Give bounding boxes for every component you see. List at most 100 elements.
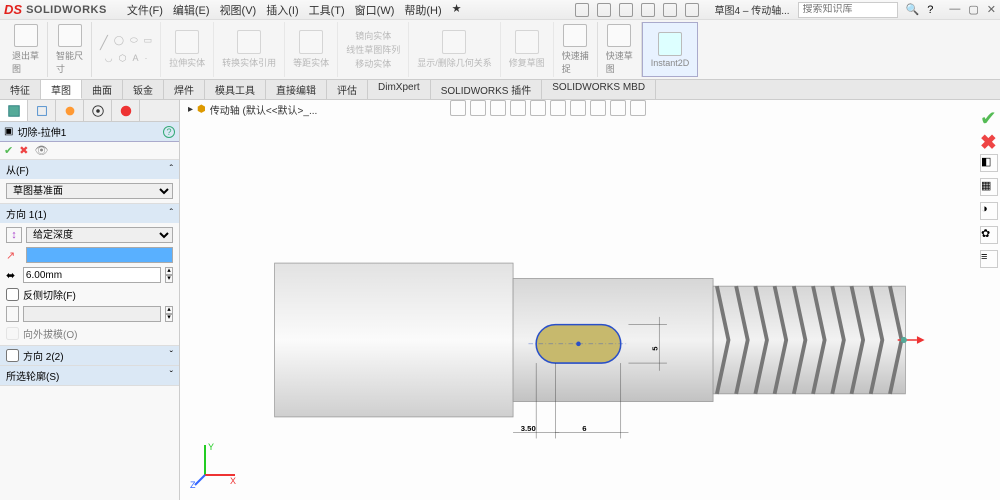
- close-button[interactable]: ✕: [987, 3, 996, 16]
- rb-mirror-array: 镜向实体线性草图阵列移动实体: [338, 22, 409, 77]
- breadcrumb-text[interactable]: 传动轴 (默认<<默认>_...: [210, 102, 318, 117]
- menu-file[interactable]: 文件(F): [127, 2, 163, 18]
- menu-view[interactable]: 视图(V): [220, 2, 257, 18]
- menu-window[interactable]: 窗口(W): [355, 2, 395, 18]
- save-icon[interactable]: [619, 3, 633, 17]
- depth-icon: ⬌: [6, 269, 19, 282]
- depth-down[interactable]: ▾: [165, 275, 173, 283]
- pm-ok-button[interactable]: ✔: [4, 144, 13, 157]
- pm-outdraft-check[interactable]: 向外拔模(O): [6, 326, 173, 341]
- open-icon[interactable]: [597, 3, 611, 17]
- options-icon[interactable]: [685, 3, 699, 17]
- hide-show-icon[interactable]: [570, 100, 586, 116]
- tab-features[interactable]: 特征: [0, 80, 41, 99]
- pm-dir1-select[interactable]: 给定深度: [26, 227, 173, 243]
- depth-up[interactable]: ▴: [165, 267, 173, 275]
- tab-addins[interactable]: SOLIDWORKS 插件: [431, 80, 543, 99]
- pm-profile-header[interactable]: 所选轮廓(S)ˇ: [0, 366, 179, 385]
- feature-breadcrumb[interactable]: ▸ ⬢ 传动轴 (默认<<默认>_...: [188, 102, 317, 117]
- pm-tab-feature[interactable]: [0, 100, 28, 121]
- tab-mold[interactable]: 模具工具: [205, 80, 266, 99]
- pm-flip-check[interactable]: 反侧切除(F): [6, 287, 173, 302]
- pm-tab-config[interactable]: [28, 100, 56, 121]
- dir-arrow-icon[interactable]: ↗: [6, 249, 22, 262]
- pm-help-icon[interactable]: ?: [163, 126, 175, 138]
- view-triad[interactable]: Y X Z: [190, 440, 240, 490]
- rebuild-icon[interactable]: [663, 3, 677, 17]
- rb-quick-sketch[interactable]: 快速草图: [598, 22, 642, 77]
- menu-tools[interactable]: 工具(T): [309, 2, 345, 18]
- pm-dir2-header[interactable]: 方向 2(2)ˇ: [0, 346, 179, 365]
- pm-dir1-header[interactable]: 方向 1(1)ˆ: [0, 204, 179, 223]
- tab-sheetmetal[interactable]: 钣金: [123, 80, 164, 99]
- tab-direct-edit[interactable]: 直接编辑: [266, 80, 327, 99]
- part-icon: ⬢: [197, 104, 206, 115]
- pm-draft-input[interactable]: [23, 306, 161, 322]
- tab-mbd[interactable]: SOLIDWORKS MBD: [542, 80, 656, 99]
- menu-edit[interactable]: 编辑(E): [173, 2, 210, 18]
- pm-preview-button[interactable]: 👁: [34, 144, 48, 157]
- reverse-dir-icon[interactable]: ↕: [6, 227, 22, 243]
- section-view-icon[interactable]: [510, 100, 526, 116]
- maximize-button[interactable]: ▢: [968, 3, 978, 16]
- confirm-feature-button[interactable]: ✔: [980, 106, 998, 124]
- view-orient-icon[interactable]: [530, 100, 546, 116]
- draft-icon[interactable]: [6, 306, 19, 322]
- pm-tab-target[interactable]: [84, 100, 112, 121]
- view-settings-icon[interactable]: [630, 100, 646, 116]
- svg-text:Z: Z: [190, 480, 196, 490]
- pm-title-text: 切除-拉伸1: [17, 124, 66, 139]
- appearance-icon[interactable]: [590, 100, 606, 116]
- search-icon[interactable]: 🔍: [906, 3, 920, 16]
- dim-6[interactable]: 6: [582, 424, 586, 433]
- pm-depth-input[interactable]: [23, 267, 161, 283]
- tab-weldments[interactable]: 焊件: [164, 80, 205, 99]
- draft-up[interactable]: ▴: [165, 306, 173, 314]
- breadcrumb-expand-icon[interactable]: ▸: [188, 104, 193, 115]
- graphics-viewport[interactable]: ▸ ⬢ 传动轴 (默认<<默认>_... ✔ ✖ ◧ ▦ ◑ ✿ ≡: [180, 100, 1000, 500]
- new-icon[interactable]: [575, 3, 589, 17]
- zoom-fit-icon[interactable]: [450, 100, 466, 116]
- rb-exit-sketch[interactable]: 退出草图: [4, 22, 48, 77]
- search-box[interactable]: [798, 2, 898, 18]
- search-input[interactable]: [803, 4, 893, 15]
- pm-dir1-axis-input[interactable]: [26, 247, 173, 263]
- pm-cancel-button[interactable]: ✖: [19, 144, 28, 157]
- thread-section: [713, 286, 905, 394]
- print-icon[interactable]: [641, 3, 655, 17]
- rb-smart-dim[interactable]: 智能尺寸: [48, 22, 92, 77]
- vs-iso-icon[interactable]: ◧: [980, 154, 998, 172]
- display-style-icon[interactable]: [550, 100, 566, 116]
- pm-dir2-check[interactable]: [6, 349, 19, 362]
- menu-pin-icon[interactable]: ★: [452, 2, 462, 18]
- cancel-feature-button[interactable]: ✖: [980, 130, 998, 148]
- tab-dimxpert[interactable]: DimXpert: [368, 80, 431, 99]
- minimize-button[interactable]: —: [949, 3, 960, 16]
- pm-title-bar: ▣ 切除-拉伸1 ?: [0, 122, 179, 142]
- rb-quick-snap[interactable]: 快速捕捉: [554, 22, 598, 77]
- document-title: 草图4 – 传动轴...: [715, 2, 790, 17]
- menu-help[interactable]: 帮助(H): [404, 2, 441, 18]
- cut-extrude-icon: ▣: [4, 126, 13, 137]
- tab-evaluate[interactable]: 评估: [327, 80, 368, 99]
- rb-instant2d[interactable]: Instant2D: [642, 22, 699, 77]
- pm-from-select[interactable]: 草图基准面: [6, 183, 173, 199]
- dim-3-50[interactable]: 3.50: [521, 424, 536, 433]
- vs-cube-icon[interactable]: ▦: [980, 178, 998, 196]
- scene-icon[interactable]: [610, 100, 626, 116]
- pm-tab-appearance[interactable]: [112, 100, 140, 121]
- pm-from-header[interactable]: 从(F)ˆ: [0, 160, 179, 179]
- dim-5[interactable]: 5: [651, 346, 660, 351]
- tab-sketch[interactable]: 草图: [41, 80, 82, 99]
- zoom-area-icon[interactable]: [470, 100, 486, 116]
- help-icon[interactable]: ?: [927, 4, 933, 16]
- prev-view-icon[interactable]: [490, 100, 506, 116]
- rb-extrude: 拉伸实体: [161, 22, 214, 77]
- vs-appearance-icon[interactable]: ◑: [980, 202, 998, 220]
- command-tabs: 特征 草图 曲面 钣金 焊件 模具工具 直接编辑 评估 DimXpert SOL…: [0, 80, 1000, 100]
- tab-surface[interactable]: 曲面: [82, 80, 123, 99]
- menu-insert[interactable]: 插入(I): [266, 2, 298, 18]
- ribbon: 退出草图 智能尺寸 ╱◯⬭▭ ◡⬡A· 拉伸实体 转换实体引用 等距实体 镜向实…: [0, 20, 1000, 80]
- pm-tab-display[interactable]: [56, 100, 84, 121]
- draft-down[interactable]: ▾: [165, 314, 173, 322]
